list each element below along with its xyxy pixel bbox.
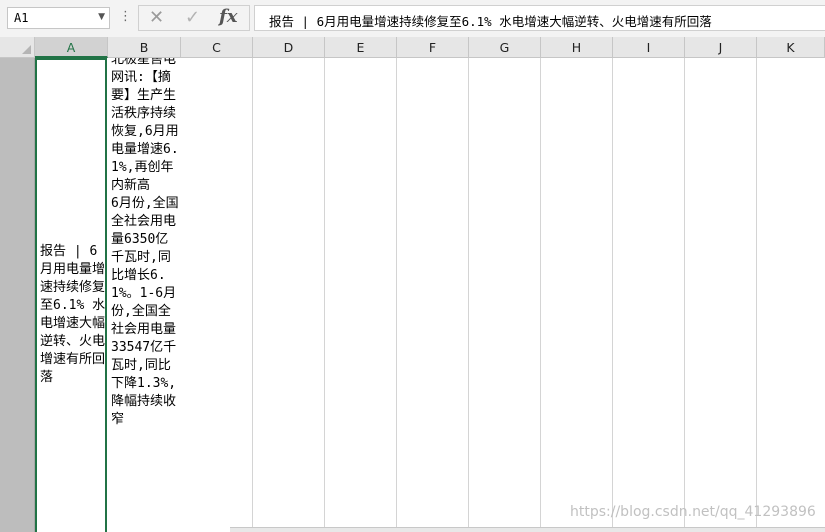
formula-text[interactable]: 报告 | 6月用电量增速持续修复至6.1% 水电增速大幅逆转、火电增速有所回落 <box>269 11 712 30</box>
gridline <box>468 58 469 532</box>
check-icon[interactable]: ✓ <box>185 9 200 27</box>
cell-a1[interactable]: 报告 | 6月用电量增速持续修复至6.1% 水电增速大幅逆转、火电增速有所回落 <box>35 58 107 532</box>
chevron-down-icon[interactable]: ▼ <box>98 12 105 22</box>
gridline <box>684 58 685 532</box>
name-box-value[interactable]: A1 <box>14 11 28 25</box>
select-all-icon <box>22 45 31 54</box>
more-vertical-icon[interactable]: ⋮ <box>119 10 132 23</box>
cell-b1[interactable]: 北极星售电网讯:【摘要】生产生活秩序持续恢复,6月用电量增速6.1%,再创年内新… <box>108 58 181 532</box>
column-header-i[interactable]: I <box>613 37 685 58</box>
gridline <box>252 58 253 532</box>
horizontal-scrollbar[interactable] <box>230 527 825 532</box>
row-header-1[interactable] <box>0 58 35 532</box>
column-header-e[interactable]: E <box>325 37 397 58</box>
column-header-f[interactable]: F <box>397 37 469 58</box>
formula-input[interactable]: 报告 | 6月用电量增速持续修复至6.1% 水电增速大幅逆转、火电增速有所回落 <box>254 5 825 31</box>
column-header-h[interactable]: H <box>541 37 613 58</box>
gridline <box>324 58 325 532</box>
cancel-icon[interactable]: ✕ <box>149 9 164 27</box>
watermark: https://blog.csdn.net/qq_41293896 <box>570 504 816 520</box>
column-header-k[interactable]: K <box>757 37 825 58</box>
gridline <box>756 58 757 532</box>
gridline <box>612 58 613 532</box>
column-header-c[interactable]: C <box>181 37 253 58</box>
cell-b1-text: 北极星售电网讯:【摘要】生产生活秩序持续恢复,6月用电量增速6.1%,再创年内新… <box>111 58 179 427</box>
formula-buttons: ✕ ✓ fx <box>138 5 250 31</box>
column-header-b[interactable]: B <box>108 37 181 58</box>
column-header-g[interactable]: G <box>469 37 541 58</box>
select-all-corner[interactable] <box>0 37 35 58</box>
column-header-d[interactable]: D <box>253 37 325 58</box>
gridline <box>396 58 397 532</box>
name-box[interactable]: A1 ▼ <box>7 7 110 29</box>
formula-bar-area: A1 ▼ ⋮ ✕ ✓ fx 报告 | 6月用电量增速持续修复至6.1% 水电增速… <box>0 0 825 37</box>
spreadsheet-grid: A B C D E F G H I J K 报告 | 6月用电量增速持续修复至6… <box>0 37 825 532</box>
column-header-a[interactable]: A <box>35 37 108 58</box>
gridline <box>540 58 541 532</box>
fx-icon[interactable]: fx <box>219 8 237 26</box>
column-header-j[interactable]: J <box>685 37 757 58</box>
cell-a1-text: 报告 | 6月用电量增速持续修复至6.1% 水电增速大幅逆转、火电增速有所回落 <box>40 244 106 385</box>
